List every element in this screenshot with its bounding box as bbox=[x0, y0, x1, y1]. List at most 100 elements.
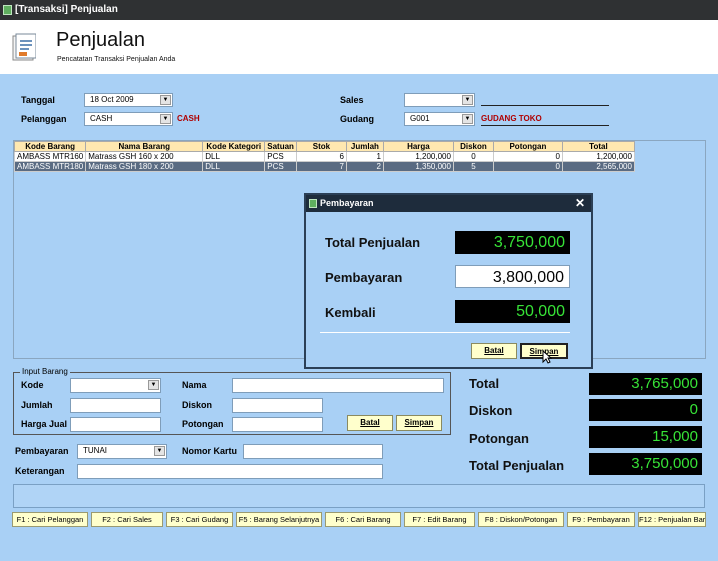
chevron-down-icon[interactable]: ▼ bbox=[148, 380, 159, 390]
nama-field[interactable] bbox=[232, 378, 444, 393]
f1-cari-pelanggan-button[interactable]: F1 : Cari Pelanggan bbox=[12, 512, 88, 527]
sales-select[interactable]: ▼ bbox=[404, 93, 475, 107]
cell-jumlah: 1 bbox=[345, 151, 384, 162]
cell-kode: AMBASS MTR160 bbox=[13, 151, 87, 162]
pembayaran-label: Pembayaran bbox=[15, 446, 69, 456]
diskon-total-label: Diskon bbox=[469, 403, 513, 418]
dialog-kembali-value: 50,000 bbox=[455, 300, 570, 323]
chevron-down-icon[interactable]: ▼ bbox=[160, 95, 171, 105]
input-barang-title: Input Barang bbox=[20, 367, 70, 376]
document-icon bbox=[12, 33, 36, 61]
potongan-total-value: 15,000 bbox=[589, 426, 702, 448]
jumlah-field[interactable] bbox=[70, 398, 161, 413]
cell-satuan: PCS bbox=[264, 151, 297, 162]
f9-pembayaran-button[interactable]: F9 : Pembayaran bbox=[567, 512, 635, 527]
col-header[interactable]: Satuan bbox=[264, 141, 297, 152]
diskon-field[interactable] bbox=[232, 398, 323, 413]
sales-label: Sales bbox=[340, 95, 364, 105]
dialog-total-penjualan-label: Total Penjualan bbox=[325, 235, 421, 250]
dialog-icon bbox=[309, 199, 317, 208]
simpan-button[interactable]: Simpan bbox=[396, 415, 442, 431]
jumlah-label: Jumlah bbox=[21, 400, 53, 410]
cell-potongan: 0 bbox=[492, 151, 563, 162]
col-header[interactable]: Potongan bbox=[492, 141, 563, 152]
nama-label: Nama bbox=[182, 380, 207, 390]
col-header[interactable]: Diskon bbox=[452, 141, 494, 152]
dialog-pembayaran-label: Pembayaran bbox=[325, 270, 403, 285]
col-header[interactable]: Nama Barang bbox=[85, 141, 204, 152]
col-header[interactable]: Total bbox=[561, 141, 635, 152]
status-bar bbox=[13, 484, 705, 508]
chevron-down-icon[interactable]: ▼ bbox=[462, 114, 473, 124]
f5-barang-selanjutnya-button[interactable]: F5 : Barang Selanjutnya bbox=[236, 512, 322, 527]
cell-total: 2,565,000 bbox=[561, 161, 635, 172]
pelanggan-select[interactable]: CASH ▼ bbox=[84, 112, 173, 126]
dialog-pembayaran-input[interactable]: 3,800,000 bbox=[455, 265, 570, 288]
pembayaran-value: TUNAI bbox=[83, 446, 107, 455]
nomor-kartu-label: Nomor Kartu bbox=[182, 446, 238, 456]
kode-label: Kode bbox=[21, 380, 44, 390]
keterangan-label: Keterangan bbox=[15, 466, 65, 476]
cell-stok: 6 bbox=[295, 151, 347, 162]
f8-diskon-potongan-button[interactable]: F8 : Diskon/Potongan bbox=[478, 512, 564, 527]
table-row[interactable]: AMBASS MTR160 Matrass GSH 160 x 200 DLL … bbox=[13, 151, 635, 162]
cell-kode: AMBASS MTR180 bbox=[13, 161, 87, 172]
col-header[interactable]: Stok bbox=[295, 141, 347, 152]
kode-select[interactable]: ▼ bbox=[70, 378, 161, 393]
keterangan-field[interactable] bbox=[77, 464, 383, 479]
page-subtitle: Pencatatan Transaksi Penjualan Anda bbox=[57, 56, 176, 63]
f7-edit-barang-button[interactable]: F7 : Edit Barang bbox=[404, 512, 475, 527]
batal-button[interactable]: Batal bbox=[347, 415, 393, 431]
total-penjualan-label: Total Penjualan bbox=[469, 458, 565, 473]
cell-kategori: DLL bbox=[202, 151, 266, 162]
total-value: 3,765,000 bbox=[589, 373, 702, 395]
table-row[interactable]: AMBASS MTR180 Matrass GSH 180 x 200 DLL … bbox=[13, 161, 635, 172]
pelanggan-name: CASH bbox=[177, 114, 200, 123]
diskon-total-value: 0 bbox=[589, 399, 702, 421]
cell-nama: Matrass GSH 160 x 200 bbox=[85, 151, 204, 162]
tanggal-value: 18 Oct 2009 bbox=[90, 95, 134, 104]
dialog-titlebar: Pembayaran ✕ bbox=[306, 195, 591, 212]
function-key-bar: F1 : Cari Pelanggan F2 : Cari Sales F3 :… bbox=[12, 512, 706, 527]
cell-total: 1,200,000 bbox=[561, 151, 635, 162]
col-header[interactable]: Harga bbox=[382, 141, 454, 152]
items-table: Kode Barang Nama Barang Kode Kategori Sa… bbox=[13, 141, 635, 172]
cell-harga: 1,350,000 bbox=[382, 161, 454, 172]
page-title: Penjualan bbox=[56, 29, 145, 51]
f6-cari-barang-button[interactable]: F6 : Cari Barang bbox=[325, 512, 401, 527]
pembayaran-select[interactable]: TUNAI ▼ bbox=[77, 444, 167, 459]
cell-satuan: PCS bbox=[264, 161, 297, 172]
potongan-total-label: Potongan bbox=[469, 431, 529, 446]
f2-cari-sales-button[interactable]: F2 : Cari Sales bbox=[91, 512, 163, 527]
close-icon[interactable]: ✕ bbox=[573, 196, 587, 210]
pelanggan-value: CASH bbox=[90, 114, 113, 123]
potongan-label: Potongan bbox=[182, 419, 224, 429]
f3-cari-gudang-button[interactable]: F3 : Cari Gudang bbox=[166, 512, 233, 527]
harga-jual-field[interactable] bbox=[70, 417, 161, 432]
tanggal-picker[interactable]: 18 Oct 2009 ▼ bbox=[84, 93, 173, 107]
dialog-title: Pembayaran bbox=[320, 198, 374, 208]
chevron-down-icon[interactable]: ▼ bbox=[462, 95, 473, 105]
chevron-down-icon[interactable]: ▼ bbox=[160, 114, 171, 124]
chevron-down-icon[interactable]: ▼ bbox=[154, 446, 165, 456]
col-header[interactable]: Jumlah bbox=[345, 141, 384, 152]
app-icon bbox=[3, 5, 12, 15]
window-titlebar: [Transaksi] Penjualan bbox=[0, 0, 718, 20]
sales-name-line bbox=[481, 105, 609, 106]
col-header[interactable]: Kode Kategori bbox=[202, 141, 266, 152]
pelanggan-label: Pelanggan bbox=[21, 114, 67, 124]
f12-penjualan-baru-button[interactable]: F12 : Penjualan Baru bbox=[638, 512, 706, 527]
gudang-select[interactable]: G001 ▼ bbox=[404, 112, 475, 126]
dialog-divider bbox=[320, 332, 570, 333]
total-penjualan-value: 3,750,000 bbox=[589, 453, 702, 475]
harga-jual-label: Harga Jual bbox=[21, 419, 68, 429]
dialog-kembali-label: Kembali bbox=[325, 305, 376, 320]
cell-nama: Matrass GSH 180 x 200 bbox=[85, 161, 204, 172]
dialog-batal-button[interactable]: Batal bbox=[471, 343, 517, 359]
potongan-field[interactable] bbox=[232, 417, 323, 432]
cell-harga: 1,200,000 bbox=[382, 151, 454, 162]
nomor-kartu-field[interactable] bbox=[243, 444, 383, 459]
cell-kategori: DLL bbox=[202, 161, 266, 172]
dialog-total-penjualan-value: 3,750,000 bbox=[455, 231, 570, 254]
col-header[interactable]: Kode Barang bbox=[13, 141, 87, 152]
